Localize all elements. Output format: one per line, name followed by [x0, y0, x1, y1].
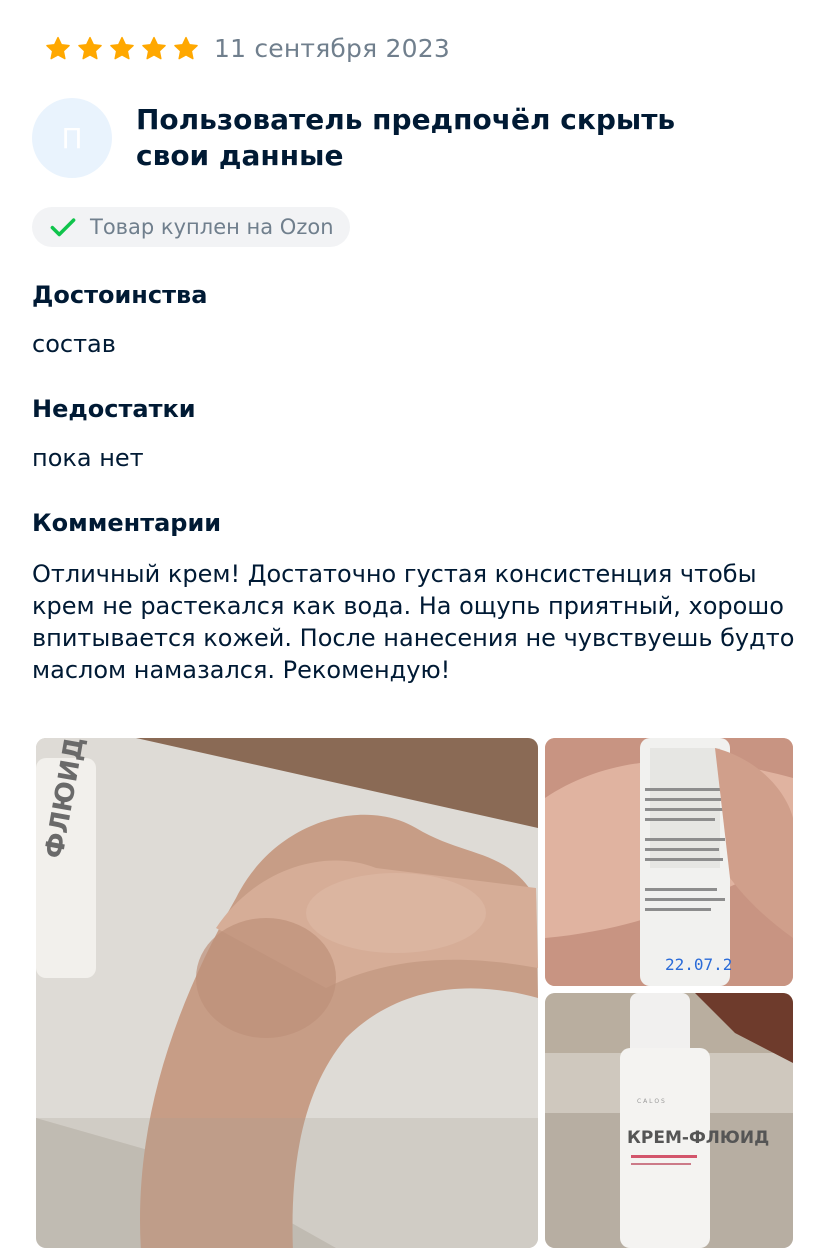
rating-row: 11 сентября 2023	[44, 34, 450, 63]
bottle-label-text: КРЕМ-ФЛЮИД	[627, 1128, 769, 1148]
svg-text:C A L O S: C A L O S	[637, 1098, 665, 1105]
photo-bottle-in-hand-back[interactable]: 22.07.2	[545, 738, 793, 986]
star-icon	[46, 36, 70, 59]
review-author: П Пользователь предпочёл скрыть свои дан…	[32, 98, 756, 178]
star-icon	[110, 36, 134, 59]
comment-title: Комментарии	[32, 509, 222, 537]
star-icon	[142, 36, 166, 59]
photo-hand-applying-cream[interactable]: ФЛЮИД	[36, 738, 538, 1248]
author-name: Пользователь предпочёл скрыть свои данны…	[136, 103, 676, 172]
comment-text: Отличный крем! Достаточно густая консист…	[32, 560, 795, 684]
purchase-badge: Товар куплен на Ozon	[32, 207, 350, 247]
pros-text: состав	[32, 330, 116, 358]
photo-bottle-front[interactable]: C A L O S КРЕМ-ФЛЮИД	[545, 993, 793, 1248]
star-icon	[78, 36, 102, 59]
star-icon	[174, 36, 198, 59]
check-icon	[50, 218, 76, 237]
avatar-letter: П	[61, 121, 83, 155]
avatar: П	[32, 98, 112, 178]
star-rating	[44, 35, 200, 63]
date-stamp-text: 22.07.2	[665, 955, 732, 974]
pros-title: Достоинства	[32, 281, 208, 309]
cons-title: Недостатки	[32, 395, 196, 423]
badge-text: Товар куплен на Ozon	[90, 215, 334, 239]
cons-text: пока нет	[32, 444, 144, 472]
review-date: 11 сентября 2023	[214, 34, 450, 63]
